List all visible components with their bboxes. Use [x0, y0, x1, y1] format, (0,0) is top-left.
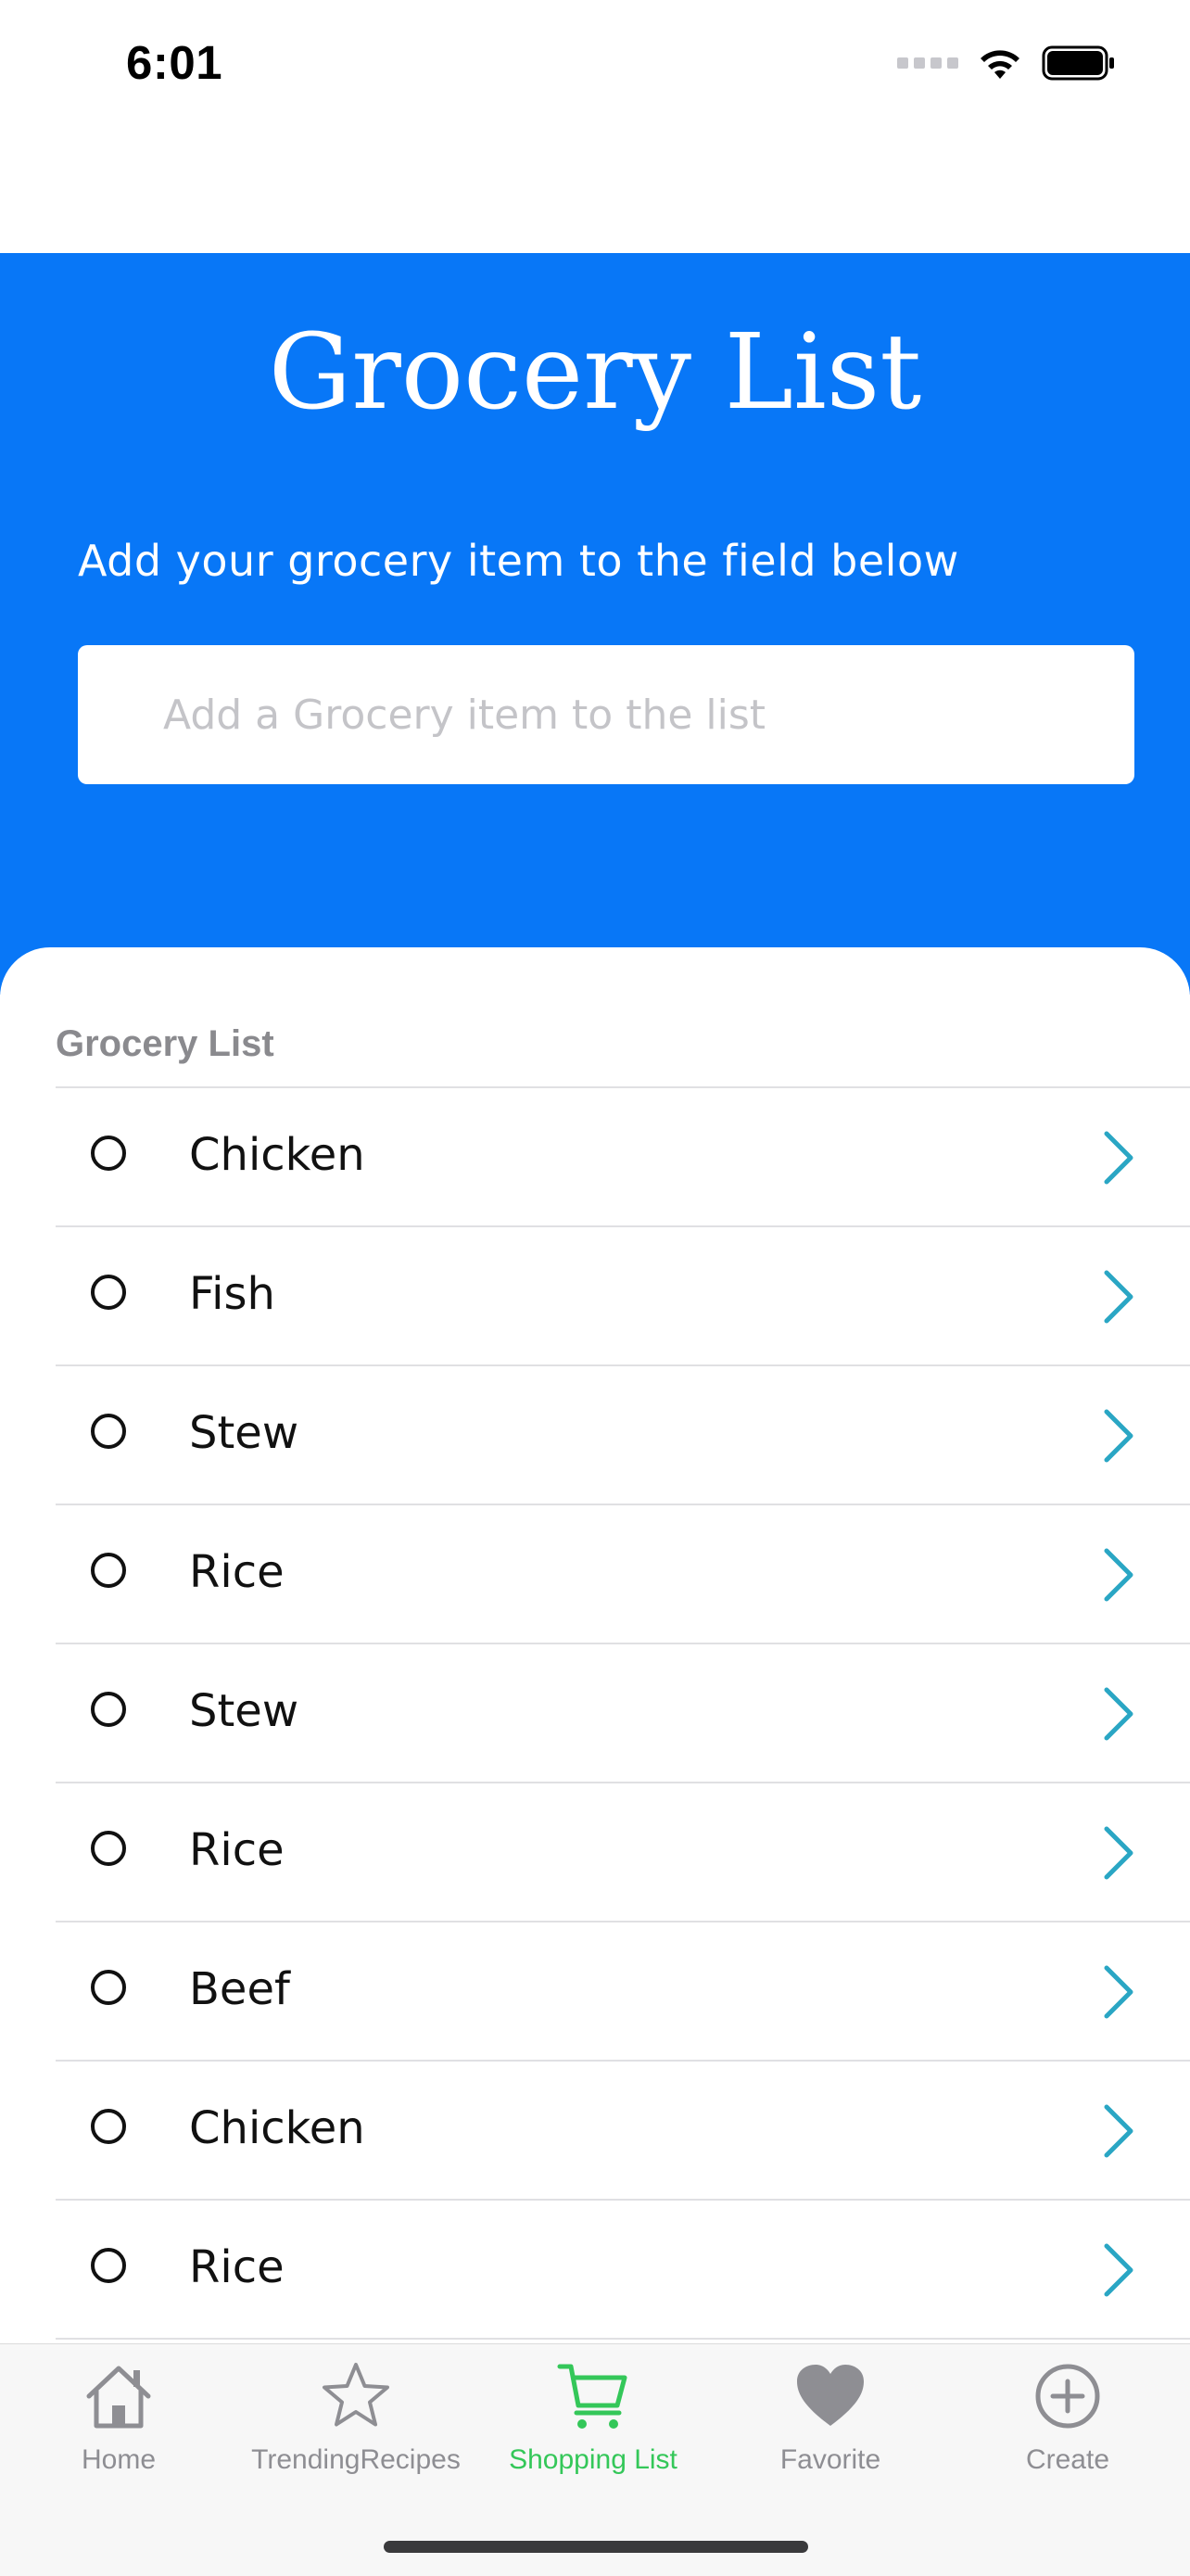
chevron-right-icon — [1104, 1826, 1133, 1880]
item-label: Chicken — [189, 2102, 365, 2154]
battery-icon — [1042, 45, 1114, 81]
tab-shopping-list[interactable]: Shopping List — [475, 2359, 712, 2498]
home-indicator[interactable] — [384, 2541, 808, 2553]
grocery-item-input[interactable] — [78, 645, 1134, 784]
radio-circle-icon[interactable] — [91, 1275, 126, 1310]
cart-icon — [557, 2364, 627, 2429]
list-item[interactable]: Rice — [56, 1505, 1190, 1644]
list-item[interactable]: Stew — [56, 1644, 1190, 1783]
tab-label: Create — [1025, 2444, 1110, 2475]
page-title: Grocery List — [268, 312, 922, 433]
chevron-right-icon — [1104, 2104, 1133, 2158]
item-label: Beef — [189, 1963, 290, 2015]
item-label: Chicken — [189, 1129, 365, 1181]
item-label: Rice — [189, 1824, 285, 1876]
list-item[interactable]: Rice — [56, 2201, 1190, 2340]
status-icons — [897, 44, 1116, 82]
tab-label: Favorite — [779, 2444, 881, 2475]
tab-label: Home — [81, 2444, 157, 2475]
radio-circle-icon[interactable] — [91, 1831, 126, 1866]
tab-create[interactable]: Create — [949, 2359, 1186, 2498]
list-item[interactable]: Fish — [56, 1227, 1190, 1366]
tab-home[interactable]: Home — [0, 2359, 237, 2498]
chevron-right-icon — [1104, 1409, 1133, 1463]
tab-label: TrendingRecipes — [251, 2444, 461, 2475]
radio-circle-icon[interactable] — [91, 1136, 126, 1171]
heart-icon — [797, 2365, 864, 2426]
chevron-right-icon — [1104, 1548, 1133, 1602]
tab-trending-recipes[interactable]: TrendingRecipes — [237, 2359, 475, 2498]
item-label: Rice — [189, 1546, 285, 1598]
cellular-signal-icon — [897, 57, 958, 69]
radio-circle-icon[interactable] — [91, 1692, 126, 1727]
radio-circle-icon[interactable] — [91, 2109, 126, 2144]
section-header: Grocery List — [56, 1023, 274, 1064]
page-subtitle: Add your grocery item to the field below — [78, 536, 959, 586]
list-item[interactable]: Rice — [56, 1783, 1190, 1922]
item-label: Rice — [189, 2241, 285, 2293]
wifi-icon — [981, 50, 1019, 79]
star-icon — [323, 2363, 389, 2427]
list-item[interactable]: Beef — [56, 1922, 1190, 2062]
plus-circle-icon — [1035, 2364, 1100, 2429]
list-item[interactable]: Chicken — [56, 1088, 1190, 1227]
list-item[interactable]: Stew — [56, 1366, 1190, 1505]
radio-circle-icon[interactable] — [91, 1970, 126, 2005]
chevron-right-icon — [1104, 1965, 1133, 2019]
chevron-right-icon — [1104, 1687, 1133, 1741]
item-label: Fish — [189, 1268, 275, 1320]
radio-circle-icon[interactable] — [91, 1553, 126, 1588]
chevron-right-icon — [1104, 2243, 1133, 2297]
list-item[interactable]: Chicken — [56, 2062, 1190, 2201]
status-time: 6:01 — [126, 36, 223, 89]
item-label: Stew — [189, 1407, 299, 1459]
status-bar: 6:01 — [0, 0, 1190, 130]
chevron-right-icon — [1104, 1270, 1133, 1324]
chevron-right-icon — [1104, 1131, 1133, 1185]
radio-circle-icon[interactable] — [91, 2248, 126, 2283]
grocery-list: Chicken Fish Stew Rice Stew Rice Beef Ch… — [56, 1086, 1190, 2340]
item-label: Stew — [189, 1685, 299, 1737]
tab-label: Shopping List — [509, 2444, 677, 2475]
tab-favorite[interactable]: Favorite — [712, 2359, 949, 2498]
radio-circle-icon[interactable] — [91, 1414, 126, 1449]
house-icon — [86, 2366, 151, 2429]
